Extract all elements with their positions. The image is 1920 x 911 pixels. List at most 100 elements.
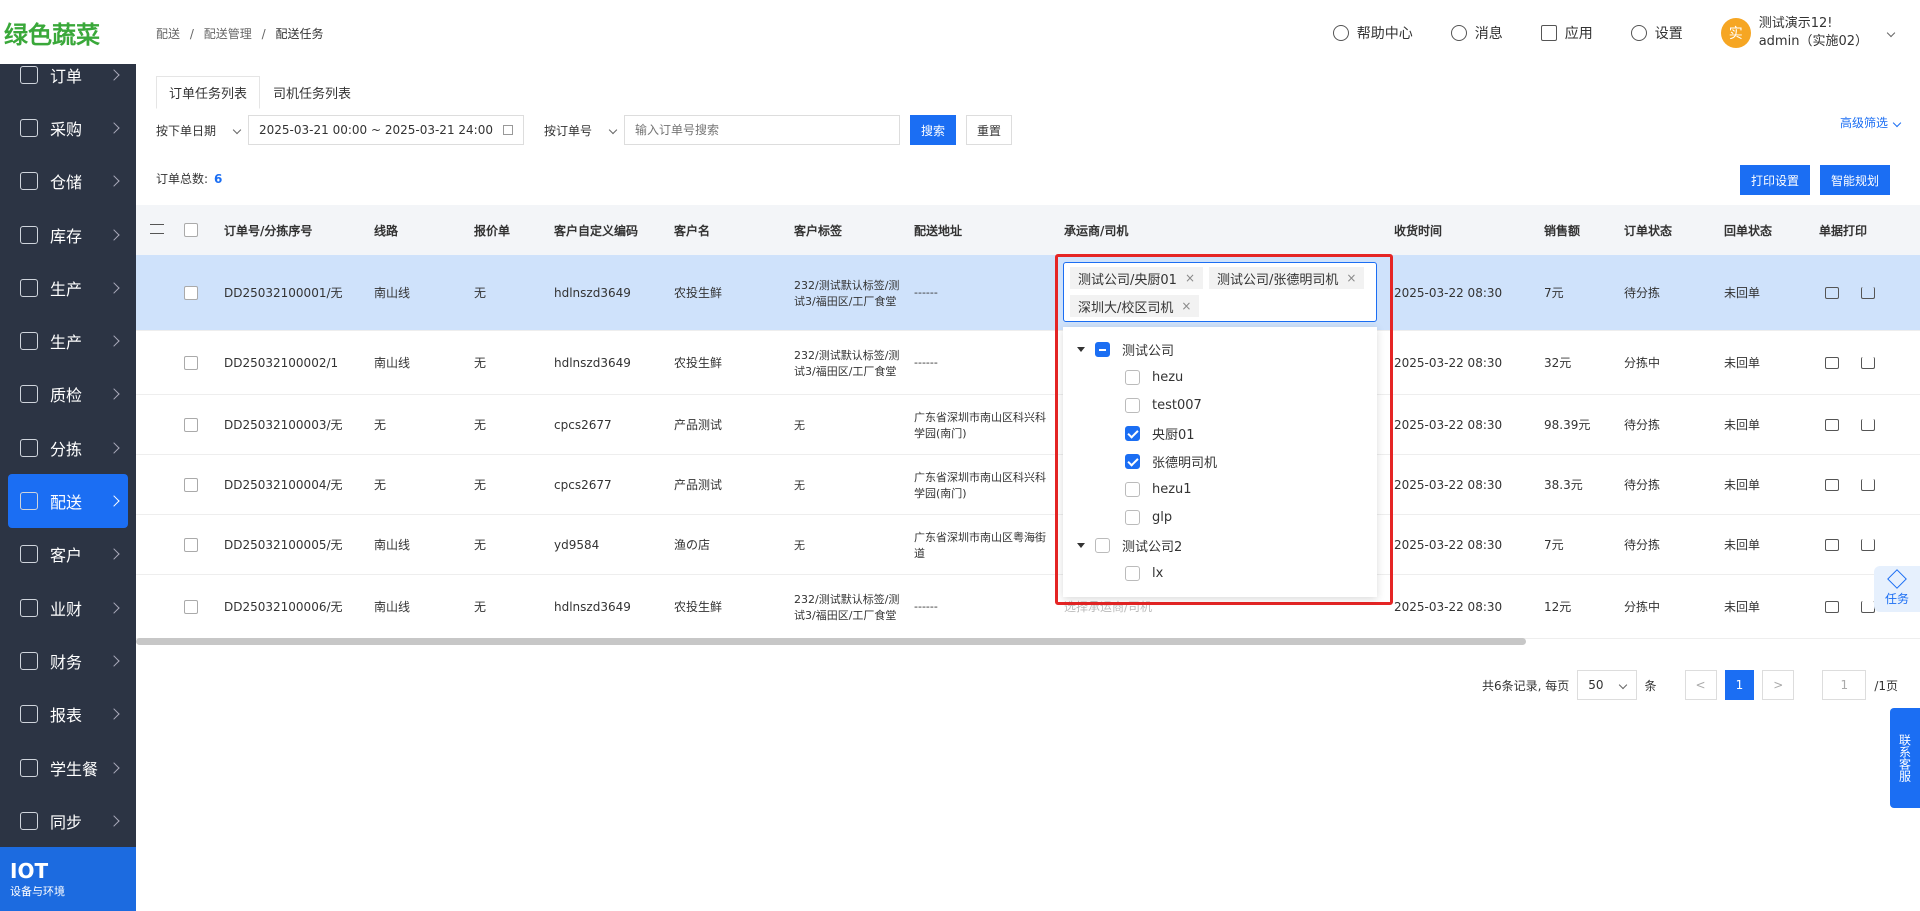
customer-code: yd9584 — [554, 537, 600, 552]
sidebar-item-delivery[interactable]: 配送 — [8, 474, 128, 528]
col-customer[interactable]: 客户名 — [666, 222, 786, 239]
caret-down-icon[interactable] — [1077, 542, 1085, 548]
close-icon[interactable]: × — [1346, 271, 1356, 285]
print-icon[interactable] — [1825, 286, 1839, 299]
select-all-checkbox[interactable] — [176, 223, 216, 237]
close-icon[interactable]: × — [1185, 271, 1195, 285]
sidebar-item-inventory[interactable]: 库存 — [0, 208, 136, 261]
sidebar-item-business-finance[interactable]: 业财 — [0, 581, 136, 634]
row-checkbox[interactable] — [176, 285, 216, 300]
smart-plan-button[interactable]: 智能规划 — [1819, 165, 1890, 195]
user-menu[interactable]: 实 测试演示12! admin（实施02） — [1720, 15, 1896, 51]
print-icon[interactable] — [1825, 478, 1839, 491]
column-settings-icon[interactable] — [136, 223, 176, 237]
tree-node[interactable]: lx — [1063, 559, 1377, 587]
sidebar-item-finance[interactable]: 财务 — [0, 634, 136, 687]
row-checkbox[interactable] — [176, 417, 216, 432]
tree-node[interactable]: 央厨01 — [1063, 419, 1377, 447]
tree-node[interactable]: hezu — [1063, 363, 1377, 391]
search-type-select[interactable]: 按订单号 — [544, 122, 618, 139]
export-icon[interactable] — [1861, 478, 1875, 491]
breadcrumb-delivery-mgmt[interactable]: 配送管理 — [204, 27, 252, 41]
print-icon[interactable] — [1825, 356, 1839, 369]
table-row[interactable]: DD25032100002/1 南山线 无 hdlnszd3649 农投生鲜 2… — [136, 331, 1920, 395]
sidebar-item-production[interactable]: 生产 — [0, 261, 136, 314]
contact-service-button[interactable]: 联系客服 — [1890, 708, 1920, 808]
sidebar-item-student-meal[interactable]: 学生餐 — [0, 741, 136, 794]
page-1-button[interactable]: 1 — [1724, 670, 1755, 700]
tree-checkbox[interactable] — [1125, 425, 1140, 441]
table-row[interactable]: DD25032100005/无 南山线 无 yd9584 渔の店 无 广东省深圳… — [136, 515, 1920, 575]
tree-checkbox[interactable] — [1125, 453, 1140, 469]
export-icon[interactable] — [1861, 538, 1875, 551]
task-float-button[interactable]: 任务 — [1874, 566, 1920, 612]
horizontal-scrollbar[interactable] — [136, 638, 1526, 645]
order-search-input[interactable] — [624, 115, 901, 145]
row-checkbox[interactable] — [176, 477, 216, 492]
next-page-button[interactable]: > — [1762, 670, 1795, 700]
print-icon[interactable] — [1825, 600, 1839, 613]
sidebar-item-sorting[interactable]: 分拣 — [0, 421, 136, 474]
page-size-select[interactable]: 50 — [1577, 670, 1637, 700]
table-row[interactable]: DD25032100003/无 无 无 cpcs2677 产品测试 无 广东省深… — [136, 395, 1920, 455]
row-checkbox[interactable] — [176, 599, 216, 614]
table-row[interactable]: DD25032100001/无 南山线 无 hdlnszd3649 农投生鲜 2… — [136, 255, 1920, 331]
export-icon[interactable] — [1861, 418, 1875, 431]
table-row[interactable]: DD25032100006/无 南山线 无 hdlnszd3649 农投生鲜 2… — [136, 575, 1920, 639]
iot-banner[interactable]: IOT 设备与环境 — [0, 847, 136, 911]
row-checkbox[interactable] — [176, 355, 216, 370]
row-checkbox[interactable] — [176, 537, 216, 552]
export-icon[interactable] — [1861, 286, 1875, 299]
tree-node[interactable]: test007 — [1063, 391, 1377, 419]
breadcrumb-delivery[interactable]: 配送 — [156, 27, 180, 41]
date-type-select[interactable]: 按下单日期 — [156, 122, 242, 139]
tree-checkbox[interactable] — [1125, 565, 1140, 581]
app-button[interactable]: 应用 — [1540, 23, 1593, 43]
advanced-filter-button[interactable]: 高级筛选 — [1840, 114, 1902, 131]
print-icon[interactable] — [1825, 418, 1839, 431]
sidebar-item-qc[interactable]: 质检 — [0, 368, 136, 421]
tab-driver-tasks[interactable]: 司机任务列表 — [260, 76, 364, 109]
message-button[interactable]: 消息 — [1450, 23, 1503, 43]
tree-checkbox[interactable] — [1095, 341, 1110, 357]
tab-order-tasks[interactable]: 订单任务列表 — [156, 76, 261, 109]
tree-node[interactable]: 张德明司机 — [1063, 447, 1377, 475]
page-jump-input[interactable]: 1 — [1822, 670, 1867, 700]
prev-page-button[interactable]: < — [1684, 670, 1717, 700]
print-settings-button[interactable]: 打印设置 — [1739, 165, 1810, 195]
sidebar-item-warehouse[interactable]: 仓储 — [0, 155, 136, 208]
settings-button[interactable]: 设置 — [1630, 23, 1683, 43]
col-order[interactable]: 订单号/分拣序号 — [216, 222, 366, 239]
sidebar-item-order[interactable]: 订单 — [0, 48, 136, 101]
export-icon[interactable] — [1861, 356, 1875, 369]
print-icon[interactable] — [1825, 538, 1839, 551]
col-address: 配送地址 — [914, 223, 963, 238]
order-no: DD25032100002/1 — [224, 355, 339, 370]
tree-checkbox[interactable] — [1095, 537, 1110, 553]
sidebar-item-purchase[interactable]: 采购 — [0, 101, 136, 154]
tree-checkbox[interactable] — [1125, 369, 1140, 385]
tree-checkbox[interactable] — [1125, 481, 1140, 497]
sidebar-item-sync[interactable]: 同步 — [0, 794, 136, 847]
date-range-input[interactable]: 2025-03-21 00:00 ~ 2025-03-21 24:00 — [248, 115, 525, 145]
tree-checkbox[interactable] — [1125, 509, 1140, 525]
sidebar-item-customer[interactable]: 客户 — [0, 528, 136, 581]
carrier-tag: 深圳大/校区司机 × — [1070, 295, 1200, 317]
carrier-multiselect[interactable]: 测试公司/央厨01 × 测试公司/张德明司机 × 深圳大/校区司机 × — [1063, 262, 1377, 322]
tree-checkbox[interactable] — [1125, 397, 1140, 413]
export-icon[interactable] — [1861, 600, 1875, 613]
tree-node[interactable]: 测试公司 — [1063, 335, 1377, 363]
caret-down-icon[interactable] — [1077, 346, 1085, 352]
table-row[interactable]: DD25032100004/无 无 无 cpcs2677 产品测试 无 广东省深… — [136, 455, 1920, 515]
chevron-down-icon — [1886, 28, 1896, 38]
help-center-button[interactable]: 帮助中心 — [1332, 23, 1413, 43]
search-button[interactable]: 搜索 — [910, 115, 957, 145]
reset-button[interactable]: 重置 — [966, 115, 1013, 145]
tree-node[interactable]: glp — [1063, 503, 1377, 531]
col-time[interactable]: 收货时间 — [1386, 222, 1536, 239]
close-icon[interactable]: × — [1181, 299, 1191, 313]
sidebar-item-report[interactable]: 报表 — [0, 688, 136, 741]
sidebar-item-production-2[interactable]: 生产 — [0, 314, 136, 367]
tree-node[interactable]: hezu1 — [1063, 475, 1377, 503]
tree-node[interactable]: 测试公司2 — [1063, 531, 1377, 559]
